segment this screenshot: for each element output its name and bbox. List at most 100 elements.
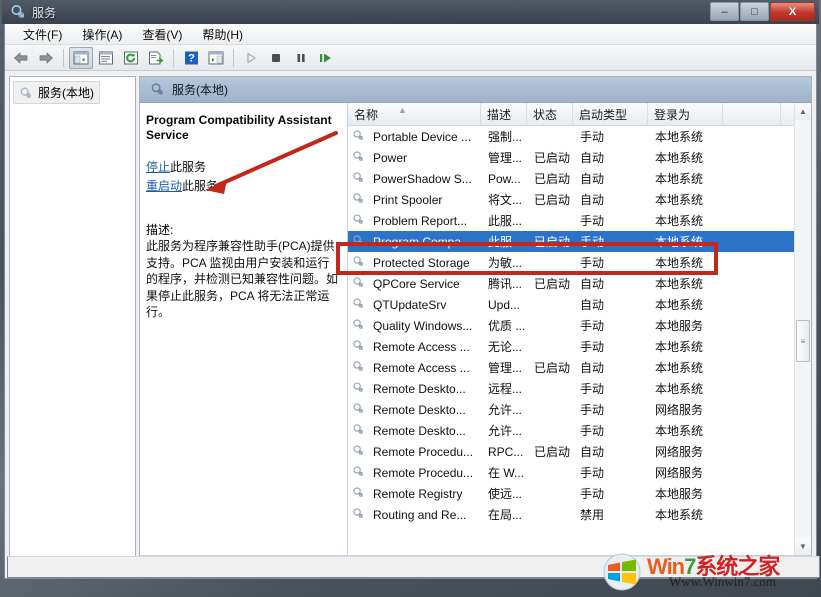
table-row[interactable]: Portable Device ... 强制... 手动 本地系统 — [348, 126, 794, 147]
menu-action[interactable]: 操作(A) — [72, 24, 132, 45]
table-row[interactable]: Remote Procedu... RPC... 已启动 自动 网络服务 — [348, 441, 794, 462]
cell-log-on-as: 网络服务 — [655, 445, 704, 459]
service-gear-icon — [352, 360, 366, 376]
cell-description: Upd... — [488, 297, 521, 312]
cell-startup-type: 自动 — [580, 172, 605, 186]
menu-file[interactable]: 文件(F) — [13, 24, 72, 45]
windows-logo-icon — [603, 553, 641, 591]
service-gear-icon — [352, 339, 366, 355]
start-service-icon[interactable] — [239, 47, 263, 69]
services-icon — [10, 4, 26, 20]
menu-view[interactable]: 查看(V) — [132, 24, 192, 45]
help-icon[interactable]: ? — [179, 47, 203, 69]
table-row[interactable]: Remote Deskto... 远程... 手动 本地系统 — [348, 378, 794, 399]
stop-service-line: 停止此服务 — [146, 159, 339, 176]
cell-startup-type: 手动 — [580, 130, 605, 144]
properties-icon[interactable] — [94, 47, 118, 69]
cell-name: Portable Device ... — [373, 129, 472, 144]
column-header-名称[interactable]: 名称 ▲ — [348, 103, 481, 125]
table-row[interactable]: Remote Deskto... 允许... 手动 网络服务 — [348, 399, 794, 420]
watermark: Win7系统之家 Www.Winwin7.com — [595, 547, 817, 595]
cell-log-on-as: 本地系统 — [655, 172, 704, 186]
column-header-登录为[interactable]: 登录为 — [648, 103, 723, 125]
scrollbar-track[interactable]: ≡ — [795, 120, 811, 538]
close-button[interactable]: X — [770, 2, 815, 21]
column-header-启动类型[interactable]: 启动类型 — [573, 103, 648, 125]
forward-icon[interactable] — [34, 47, 58, 69]
vertical-scrollbar[interactable]: ▲ ≡ ▼ — [794, 103, 811, 555]
restart-service-link[interactable]: 重启动 — [146, 179, 182, 193]
menu-help[interactable]: 帮助(H) — [192, 24, 253, 45]
service-gear-icon — [352, 276, 366, 292]
service-title: Program Compatibility Assistant Service — [146, 113, 332, 142]
cell-log-on-as: 本地系统 — [655, 424, 704, 438]
details-pane-title: 服务(本地) — [172, 83, 228, 97]
refresh-icon[interactable] — [119, 47, 143, 69]
cell-name: Remote Access ... — [373, 360, 470, 375]
table-row[interactable]: Remote Access ... 无论... 手动 本地系统 — [348, 336, 794, 357]
show-hide-tree-icon[interactable] — [69, 46, 93, 69]
cell-name: PowerShadow S... — [373, 171, 472, 186]
show-action-pane-icon[interactable] — [204, 47, 228, 69]
table-row[interactable]: Program Compa... 此服... 已启动 手动 本地系统 — [348, 231, 794, 252]
cell-startup-type: 自动 — [580, 445, 605, 459]
service-gear-icon — [352, 381, 366, 397]
cell-startup-type: 手动 — [580, 235, 605, 249]
column-header-blank[interactable] — [723, 103, 781, 125]
restart-service-icon[interactable] — [314, 47, 338, 69]
window-title: 服务 — [32, 5, 57, 20]
column-header-状态[interactable]: 状态 — [527, 103, 573, 125]
cell-description: 远程... — [488, 382, 523, 396]
cell-log-on-as: 本地系统 — [655, 151, 704, 165]
tree-node-services-local[interactable]: 服务(本地) — [13, 81, 100, 104]
table-row[interactable]: Remote Procedu... 在 W... 手动 网络服务 — [348, 462, 794, 483]
cell-description: 管理... — [488, 361, 523, 375]
column-header-描述[interactable]: 描述 — [481, 103, 527, 125]
table-row[interactable]: Print Spooler 将文... 已启动 自动 本地系统 — [348, 189, 794, 210]
table-row[interactable]: QTUpdateSrv Upd... 自动 本地系统 — [348, 294, 794, 315]
cell-name: Remote Deskto... — [373, 381, 466, 396]
minimize-button[interactable]: – — [710, 2, 739, 21]
list-header: 名称 ▲ 描述 状态 启动类型 登录为 — [348, 103, 794, 126]
scroll-up-button[interactable]: ▲ — [795, 103, 811, 120]
stop-service-link[interactable]: 停止 — [146, 160, 170, 174]
scrollbar-thumb[interactable]: ≡ — [796, 320, 810, 362]
restart-service-line: 重启动此服务 — [146, 178, 339, 195]
back-icon[interactable] — [9, 47, 33, 69]
cell-startup-type: 自动 — [580, 298, 605, 312]
cell-log-on-as: 本地系统 — [655, 130, 704, 144]
details-pane: 服务(本地) Program Compatibility Assistant S… — [139, 76, 812, 574]
services-window: 服务 – □ X 文件(F) 操作(A) 查看(V) 帮助(H) ? 服务(本地… — [2, 0, 820, 581]
table-row[interactable]: Routing and Re... 在局... 禁用 本地系统 — [348, 504, 794, 525]
service-gear-icon — [352, 213, 366, 229]
stop-service-icon[interactable] — [264, 47, 288, 69]
table-row[interactable]: Remote Registry 使远... 手动 本地服务 — [348, 483, 794, 504]
table-row[interactable]: Problem Report... 此服... 手动 本地系统 — [348, 210, 794, 231]
table-row[interactable]: QPCore Service 腾讯... 已启动 自动 本地系统 — [348, 273, 794, 294]
cell-log-on-as: 本地系统 — [655, 214, 704, 228]
cell-description: 使远... — [488, 487, 523, 501]
table-row[interactable]: PowerShadow S... Pow... 已启动 自动 本地系统 — [348, 168, 794, 189]
table-row[interactable]: Protected Storage 为敏... 手动 本地系统 — [348, 252, 794, 273]
details-pane-header: 服务(本地) — [140, 77, 811, 103]
table-row[interactable]: Remote Access ... 管理... 已启动 自动 本地系统 — [348, 357, 794, 378]
service-gear-icon — [352, 318, 366, 334]
pause-service-icon[interactable] — [289, 47, 313, 69]
cell-log-on-as: 本地系统 — [655, 298, 704, 312]
maximize-button[interactable]: □ — [740, 2, 769, 21]
column-header-label: 描述 — [487, 107, 512, 122]
cell-description: 此服... — [488, 214, 523, 228]
console-tree-pane: 服务(本地) — [9, 76, 136, 574]
window-client-area: 文件(F) 操作(A) 查看(V) 帮助(H) ? 服务(本地) 服务(本地) … — [4, 24, 820, 579]
export-list-icon[interactable] — [144, 47, 168, 69]
cell-startup-type: 手动 — [580, 466, 605, 480]
table-row[interactable]: Quality Windows... 优质 ... 手动 本地服务 — [348, 315, 794, 336]
cell-description: 为敏... — [488, 256, 523, 270]
cell-log-on-as: 本地系统 — [655, 382, 704, 396]
table-row[interactable]: Power 管理... 已启动 自动 本地系统 — [348, 147, 794, 168]
table-row[interactable]: Remote Deskto... 允许... 手动 本地系统 — [348, 420, 794, 441]
services-list: 名称 ▲ 描述 状态 启动类型 登录为 Portable Device ... 强制... 手… — [348, 103, 794, 555]
stop-service-suffix: 此服务 — [170, 160, 207, 174]
cell-log-on-as: 本地系统 — [655, 256, 704, 270]
cell-status: 已启动 — [534, 172, 571, 186]
